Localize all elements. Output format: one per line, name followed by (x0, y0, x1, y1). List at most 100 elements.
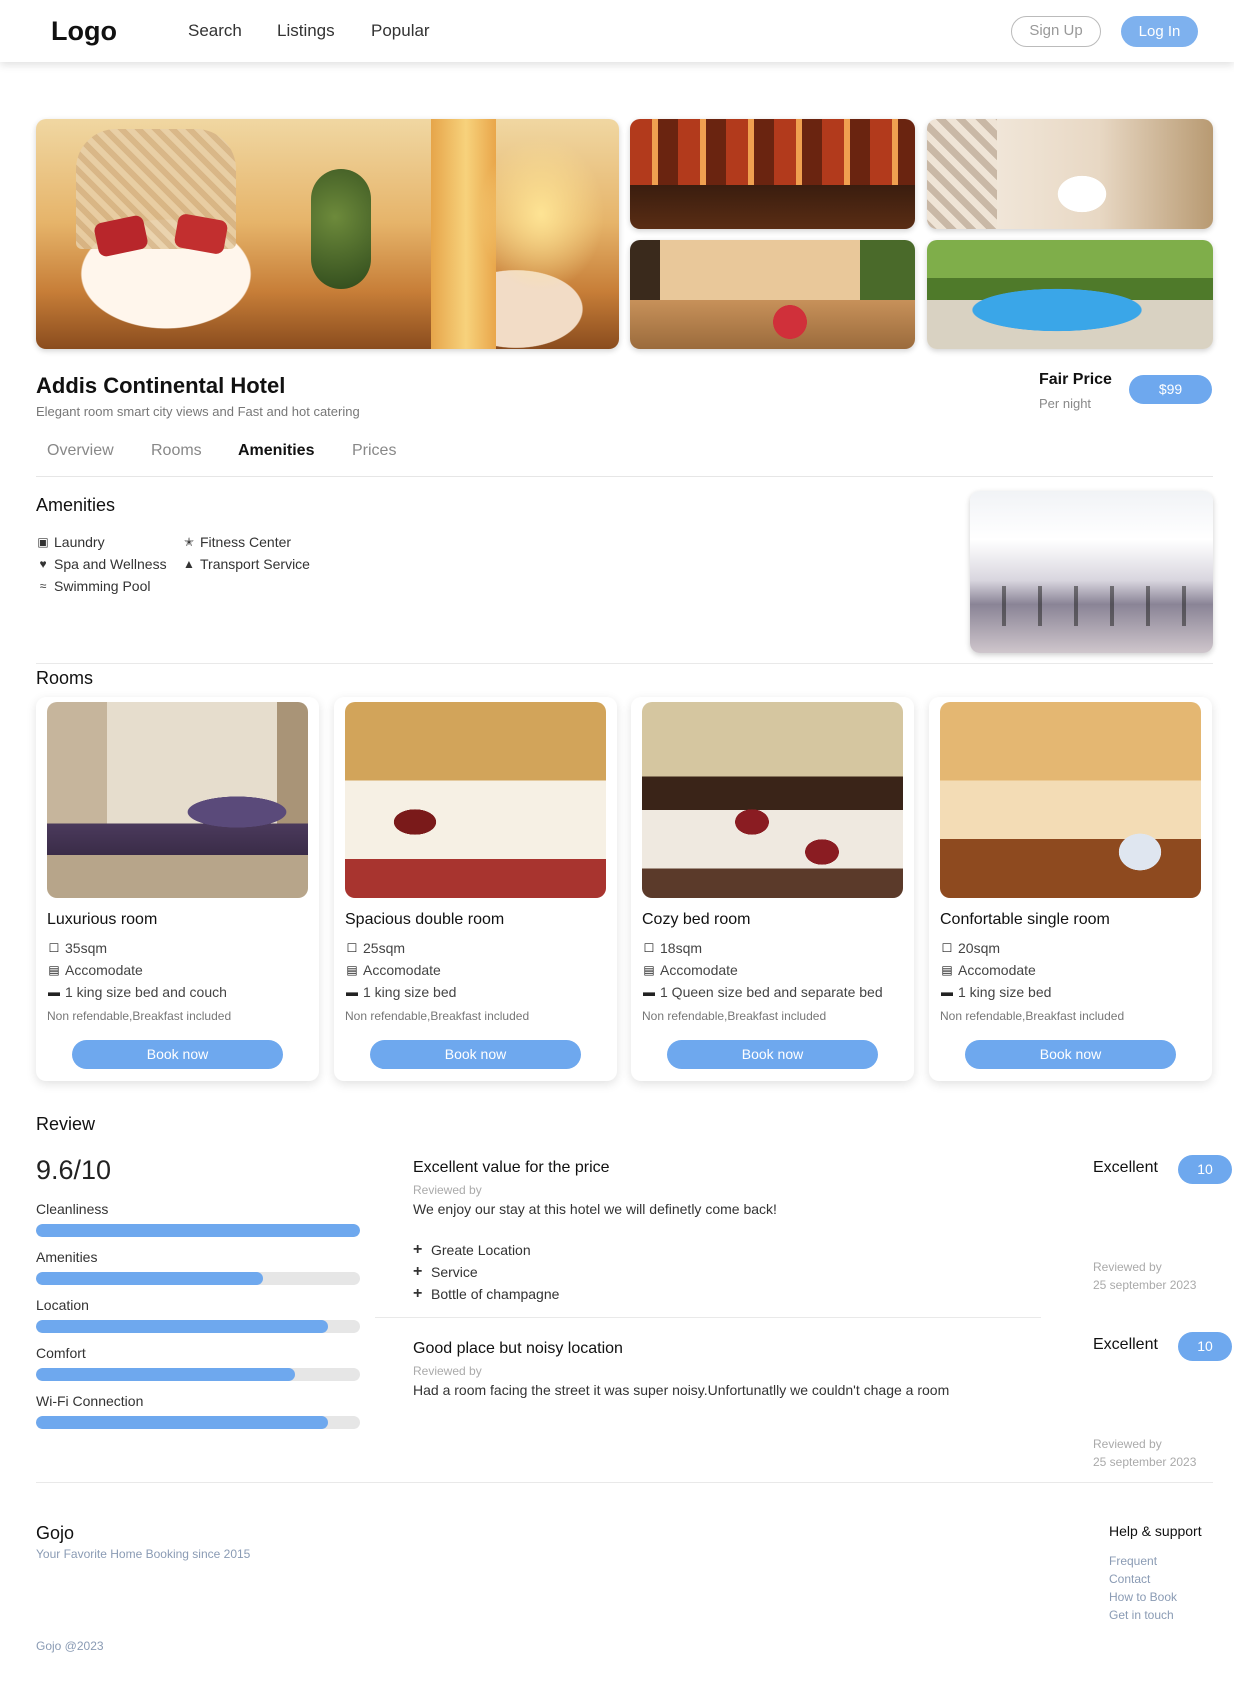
rating-bar-cleanliness (36, 1224, 360, 1237)
room-accommodate: ▤ Accomodate (643, 962, 738, 978)
review-pro: + Service (413, 1263, 478, 1280)
hotel-photo-exterior[interactable] (630, 119, 915, 229)
fitness-icon: ✭ (183, 535, 195, 549)
room-photo[interactable] (345, 702, 606, 898)
book-now-button[interactable]: Book now (370, 1040, 581, 1069)
room-size: ☐ 18sqm (643, 940, 703, 956)
review-text: Had a room facing the street it was supe… (413, 1382, 950, 1398)
section-tabs: Overview Rooms Amenities Prices (36, 441, 1213, 477)
book-now-button[interactable]: Book now (965, 1040, 1176, 1069)
rating-label-amenities: Amenities (36, 1249, 98, 1265)
review-rating-label: Excellent (1093, 1336, 1158, 1353)
area-icon: ☐ (346, 941, 358, 955)
tab-overview[interactable]: Overview (47, 442, 114, 460)
tab-amenities[interactable]: Amenities (238, 442, 314, 460)
room-size: ☐ 20sqm (941, 940, 1001, 956)
log-in-button[interactable]: Log In (1121, 16, 1198, 47)
room-bed: ▬ 1 king size bed and couch (48, 984, 227, 1000)
footer-link-contact[interactable]: Contact (1109, 1572, 1150, 1586)
rating-label-cleanliness: Cleanliness (36, 1201, 109, 1217)
plus-icon: + (413, 1285, 423, 1302)
rating-bar-amenities (36, 1272, 360, 1285)
room-card: Spacious double room ☐ 25sqm ▤ Accomodate … (334, 697, 617, 1081)
room-size: ☐ 35sqm (48, 940, 108, 956)
tab-prices[interactable]: Prices (352, 442, 396, 460)
book-now-button[interactable]: Book now (667, 1040, 878, 1069)
review-rating-badge: 10 (1178, 1332, 1232, 1361)
bed-icon: ▬ (48, 985, 60, 999)
room-note: Non refendable,Breakfast included (940, 1009, 1125, 1023)
area-icon: ☐ (643, 941, 655, 955)
amenity-pool: ≈ Swimming Pool (36, 578, 151, 594)
room-photo[interactable] (642, 702, 903, 898)
review-meta-by: Reviewed by (1093, 1437, 1162, 1451)
amenity-laundry: ▣ Laundry (37, 534, 105, 550)
bed-icon: ▬ (941, 985, 953, 999)
sofa-icon: ▤ (643, 963, 655, 977)
bed-icon: ▬ (346, 985, 358, 999)
nav-link-search[interactable]: Search (188, 21, 242, 41)
plus-icon: + (413, 1263, 423, 1280)
amenity-fitness: ✭ Fitness Center (183, 534, 292, 550)
price-unit: Per night (1039, 396, 1092, 411)
room-name: Cozy bed room (642, 911, 751, 928)
area-icon: ☐ (941, 941, 953, 955)
footer-brand: Gojo (36, 1523, 75, 1543)
tab-rooms[interactable]: Rooms (151, 442, 202, 460)
footer-divider (36, 1482, 1213, 1483)
room-size: ☐ 25sqm (346, 940, 406, 956)
amenity-transport: ▲ Transport Service (183, 556, 310, 572)
price-badge[interactable]: $99 (1129, 375, 1212, 404)
area-icon: ☐ (48, 941, 60, 955)
spa-icon: ♥ (39, 557, 47, 571)
rating-bar-wifi (36, 1416, 360, 1429)
hotel-photo-lounge[interactable] (630, 240, 915, 349)
sofa-icon: ▤ (48, 963, 60, 977)
footer-link-frequent[interactable]: Frequent (1109, 1554, 1157, 1568)
room-note: Non refendable,Breakfast included (642, 1009, 827, 1023)
sofa-icon: ▤ (941, 963, 953, 977)
room-card: Cozy bed room ☐ 18sqm ▤ Accomodate ▬ 1 Quee… (631, 697, 914, 1081)
rating-label-comfort: Comfort (36, 1345, 86, 1361)
price-label: Fair Price (1039, 371, 1112, 388)
hotel-photo-pool[interactable] (927, 240, 1213, 349)
rating-bar-location (36, 1320, 360, 1333)
footer-copyright: Gojo @2023 (36, 1639, 104, 1653)
room-card: Luxurious room ☐ 35sqm ▤ Accomodate ▬ 1 kin… (36, 697, 319, 1081)
bed-icon: ▬ (643, 985, 655, 999)
hotel-subtitle: Elegant room smart city views and Fast a… (36, 404, 360, 419)
plus-icon: + (413, 1241, 423, 1258)
room-photo[interactable] (47, 702, 308, 898)
hotel-photo-bathroom[interactable] (927, 119, 1213, 229)
room-accommodate: ▤ Accomodate (48, 962, 143, 978)
amenities-title: Amenities (36, 495, 116, 515)
footer-link-how-to-book[interactable]: How to Book (1109, 1590, 1177, 1604)
top-navbar: Logo Search Listings Popular Sign Up Log… (0, 0, 1234, 62)
rating-label-wifi: Wi-Fi Connection (36, 1393, 144, 1409)
review-rating-badge: 10 (1178, 1155, 1232, 1184)
hotel-photo-main[interactable] (36, 119, 619, 349)
footer-link-get-in-touch[interactable]: Get in touch (1109, 1608, 1174, 1622)
nav-link-listings[interactable]: Listings (277, 21, 335, 41)
amenity-spa: ♥ Spa and Wellness (36, 556, 166, 572)
book-now-button[interactable]: Book now (72, 1040, 283, 1069)
rating-bar-comfort (36, 1368, 360, 1381)
review-author-label: Reviewed by (413, 1364, 482, 1378)
pool-icon: ≈ (39, 579, 47, 593)
overall-score: 9.6/10 (36, 1155, 112, 1185)
room-name: Luxurious room (47, 911, 158, 928)
car-icon: ▲ (183, 557, 195, 571)
room-bed: ▬ 1 Queen size bed and separate bed (643, 984, 883, 1000)
review-rating-label: Excellent (1093, 1159, 1158, 1176)
review-title: Excellent value for the price (413, 1159, 610, 1176)
room-photo[interactable] (940, 702, 1201, 898)
review-author-label: Reviewed by (413, 1183, 482, 1197)
room-note: Non refendable,Breakfast included (345, 1009, 530, 1023)
logo[interactable]: Logo (51, 16, 117, 47)
footer-tagline: Your Favorite Home Booking since 2015 (36, 1547, 251, 1561)
review-date: 25 september 2023 (1093, 1455, 1197, 1469)
review-title: Review (36, 1114, 96, 1134)
sign-up-button[interactable]: Sign Up (1011, 16, 1101, 47)
nav-link-popular[interactable]: Popular (371, 21, 430, 41)
fitness-photo (970, 491, 1213, 653)
